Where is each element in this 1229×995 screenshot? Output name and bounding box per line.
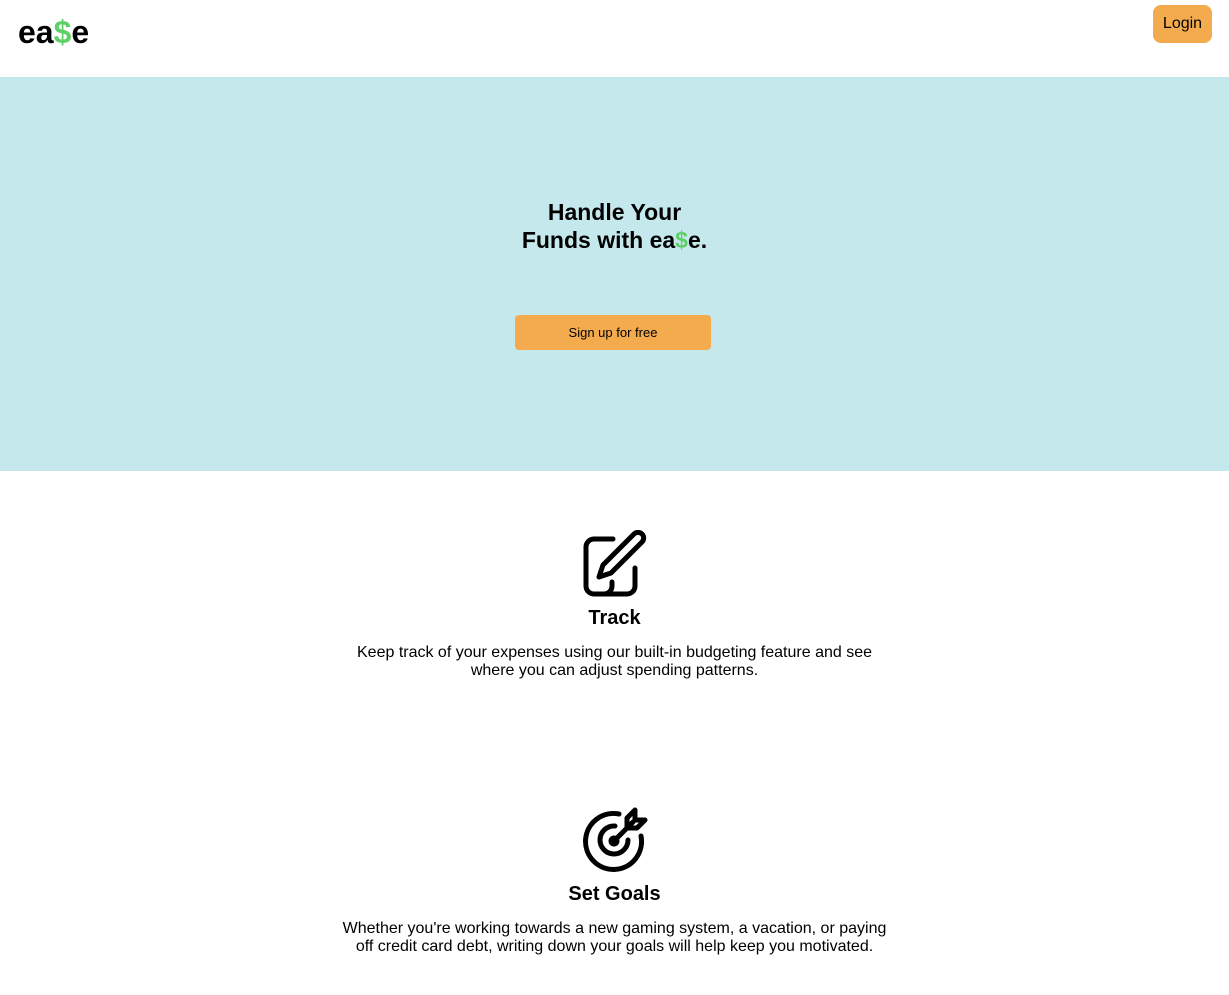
login-button[interactable]: Login <box>1153 5 1212 43</box>
signup-button[interactable]: Sign up for free <box>515 315 711 350</box>
feature-title: Set Goals <box>568 883 661 905</box>
logo-dollar-sign: $ <box>53 14 72 50</box>
feature-set-goals: Set Goals Whether you're working towards… <box>0 806 1229 956</box>
hero-title-line1: Handle Your <box>547 199 682 225</box>
logo-prefix: ea <box>18 14 54 50</box>
hero-title-line2-prefix: Funds with ea <box>521 227 676 253</box>
hero-section: Handle Your Funds with ea$e. Sign up for… <box>0 77 1229 471</box>
site-header: ea$e Login <box>0 0 1229 77</box>
feature-description: Keep track of your expenses using our bu… <box>357 644 872 679</box>
logo[interactable]: ea$e <box>18 14 89 51</box>
target-icon <box>582 807 647 872</box>
hero-title-line2: Funds with ea$e. <box>0 226 1229 254</box>
feature-track: Track Keep track of your expenses using … <box>0 530 1229 680</box>
hero-dollar-sign: $ <box>675 227 688 253</box>
hero-title-line2-suffix: e. <box>687 227 708 253</box>
edit-icon <box>583 530 646 597</box>
feature-description: Whether you're working towards a new gam… <box>342 920 887 955</box>
feature-title: Track <box>588 607 641 629</box>
logo-suffix: e <box>71 14 90 50</box>
hero-title: Handle Your Funds with ea$e. <box>0 198 1229 254</box>
